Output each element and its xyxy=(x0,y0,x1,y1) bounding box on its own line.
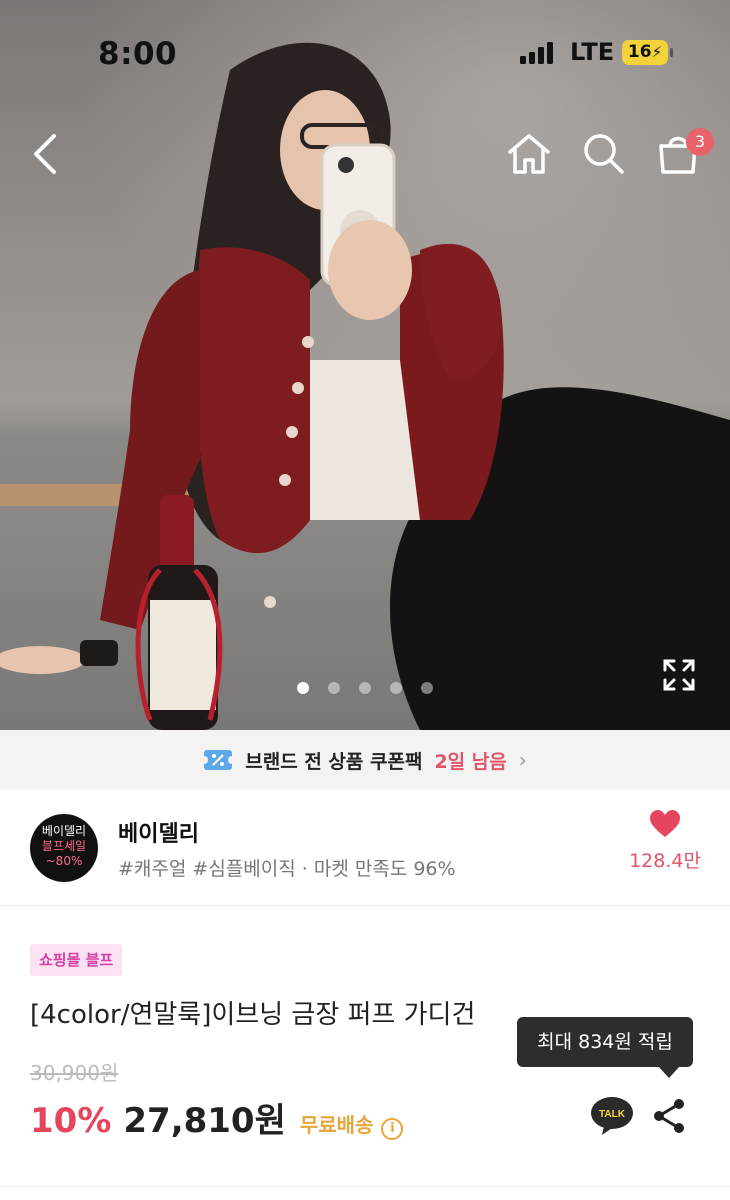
store-info: 베이델리 블프세일 ~80% 베이델리 #캐주얼 #심플베이직 · 마켓 만족도… xyxy=(0,790,730,906)
coupon-days-left: 2일 남음 xyxy=(434,750,507,773)
event-badge: 쇼핑몰 블프 xyxy=(30,944,123,976)
store-name[interactable]: 베이델리 xyxy=(118,816,199,848)
product-photo xyxy=(0,42,730,730)
home-icon xyxy=(508,134,550,174)
coupon-text: 브랜드 전 상품 쿠폰팩 xyxy=(245,750,423,773)
store-tags: #캐주얼 #심플베이직 · 마켓 만족도 96% xyxy=(118,858,456,880)
expand-icon xyxy=(663,659,695,691)
points-tooltip: 최대 834원 적립 xyxy=(517,1017,693,1067)
signal-icon xyxy=(520,42,556,64)
battery-level: 16 xyxy=(627,42,652,62)
cart-count-badge: 3 xyxy=(686,128,714,156)
favorite-button[interactable]: 128.4만 xyxy=(620,810,710,873)
status-bar: 8:00 LTE 16⚡ xyxy=(0,36,730,76)
battery-nub xyxy=(670,48,673,57)
search-icon xyxy=(584,134,624,174)
pagination-dot[interactable] xyxy=(359,682,371,694)
talk-bubble-icon: TALK xyxy=(591,1097,633,1135)
network-type: LTE xyxy=(570,38,615,66)
pagination-dot[interactable] xyxy=(421,682,433,694)
favorite-count: 128.4만 xyxy=(629,850,701,872)
divider xyxy=(0,1186,730,1187)
store-logo-line: 블프세일 xyxy=(41,839,87,853)
pagination-dot[interactable] xyxy=(390,682,402,694)
chevron-right-icon: › xyxy=(518,748,527,772)
discount-rate: 10% xyxy=(30,1101,112,1141)
back-button[interactable] xyxy=(30,132,60,176)
share-icon xyxy=(654,1099,684,1133)
product-name: [4color/연말룩]이브닝 금장 퍼프 가디건 xyxy=(30,1000,476,1030)
tooltip-arrow xyxy=(658,1066,680,1078)
talk-label: TALK xyxy=(599,1109,626,1120)
store-logo-line: ~80% xyxy=(45,854,83,868)
battery-icon: 16⚡ xyxy=(622,40,668,65)
status-time: 8:00 xyxy=(98,36,178,72)
store-logo[interactable]: 베이델리 블프세일 ~80% xyxy=(30,814,98,882)
kakao-talk-button[interactable]: TALK xyxy=(590,1096,634,1136)
coupon-banner[interactable]: 브랜드 전 상품 쿠폰팩 2일 남음 › xyxy=(0,730,730,790)
charging-bolt: ⚡ xyxy=(651,43,663,61)
heart-icon xyxy=(650,810,680,837)
free-shipping-label: 무료배송 xyxy=(299,1113,374,1137)
store-logo-line: 베이델리 xyxy=(41,824,87,838)
info-icon[interactable]: i xyxy=(381,1118,404,1140)
sale-price: 27,810원 xyxy=(123,1101,286,1141)
original-price: 30,900원 xyxy=(30,1061,119,1085)
fullscreen-button[interactable] xyxy=(662,658,696,692)
share-button[interactable] xyxy=(652,1097,686,1135)
pagination-dot[interactable] xyxy=(328,682,340,694)
coupon-icon xyxy=(203,750,234,770)
pagination-dot[interactable] xyxy=(297,682,309,694)
home-button[interactable] xyxy=(506,132,552,176)
chevron-left-icon xyxy=(34,134,56,174)
price-row: 10% 27,810원 무료배송 i xyxy=(30,1093,404,1141)
search-button[interactable] xyxy=(582,132,626,176)
product-image-gallery[interactable]: 8:00 LTE 16⚡ 3 xyxy=(0,0,730,730)
